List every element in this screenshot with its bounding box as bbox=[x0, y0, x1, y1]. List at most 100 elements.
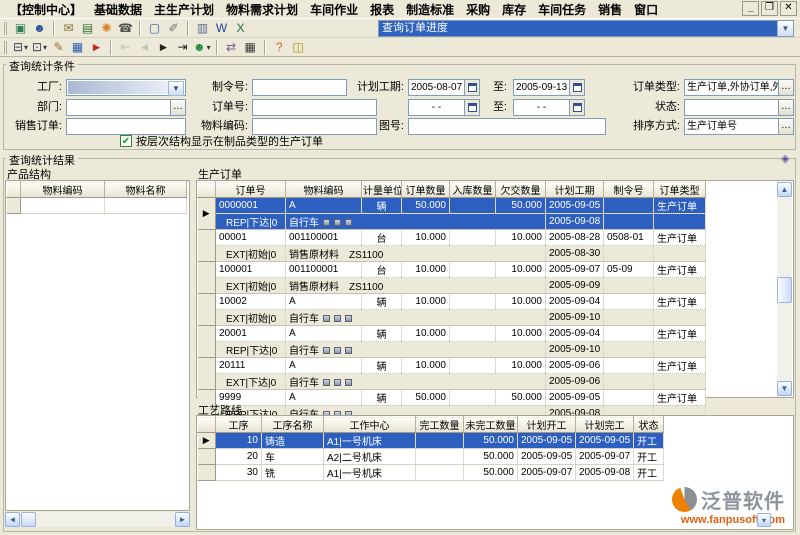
close-button[interactable]: ✕ bbox=[780, 1, 797, 16]
calendar-button[interactable] bbox=[465, 99, 480, 116]
sort-value[interactable]: 生产订单号 bbox=[684, 118, 779, 135]
order-row[interactable]: 100001001100001台10.00010.0002005-09-0705… bbox=[198, 262, 706, 278]
snapshot-button[interactable]: ▣ bbox=[11, 20, 30, 37]
scrollbar-thumb[interactable] bbox=[21, 512, 36, 527]
ellipsis-button[interactable]: … bbox=[171, 99, 186, 116]
menu-item-12[interactable]: 窗口 bbox=[628, 0, 664, 19]
plan-from-field[interactable]: 2005-08-07 bbox=[408, 79, 480, 96]
order-row[interactable]: 00001001100001台10.00010.0002005-08-28050… bbox=[198, 230, 706, 246]
mail-button[interactable]: ✉ bbox=[59, 20, 78, 37]
scroll-up-button[interactable]: ▲ bbox=[777, 182, 792, 197]
menu-item-3[interactable]: 主生产计划 bbox=[148, 0, 220, 19]
monitor-button[interactable]: ▢ bbox=[145, 20, 164, 37]
order-subrow[interactable]: EXT|初始|0自行车2005-09-10 bbox=[198, 310, 706, 326]
column-header[interactable]: 物料编码 bbox=[286, 182, 362, 198]
vertical-scrollbar[interactable]: ▲ ▼ bbox=[777, 182, 792, 396]
calculator-button[interactable]: ▦ bbox=[241, 39, 260, 56]
column-header[interactable]: 制令号 bbox=[604, 182, 654, 198]
plan-from-value[interactable]: 2005-08-07 bbox=[408, 79, 465, 96]
table-row[interactable] bbox=[7, 198, 187, 214]
export-button[interactable]: ► bbox=[87, 39, 106, 56]
calendar-button[interactable] bbox=[570, 79, 585, 96]
column-header[interactable]: 工序名称 bbox=[262, 417, 324, 433]
hierarchy-checkbox[interactable]: ✔ bbox=[120, 135, 132, 147]
menu-item-4[interactable]: 物料需求计划 bbox=[220, 0, 304, 19]
print-button[interactable]: ⊟▾ bbox=[11, 39, 30, 56]
order-subrow[interactable]: EXT|初始|0销售原材料ZS11002005-08-30 bbox=[198, 246, 706, 262]
report-doc-button[interactable]: ▥ bbox=[193, 20, 212, 37]
status-input[interactable] bbox=[684, 99, 779, 116]
chart-edit-button[interactable]: ▤ bbox=[78, 20, 97, 37]
search-person-button[interactable]: ☻ bbox=[30, 20, 49, 37]
chevron-down-icon[interactable]: ▼ bbox=[168, 81, 184, 96]
status-field[interactable]: … bbox=[684, 99, 794, 116]
phone-button[interactable]: ☎ bbox=[116, 20, 135, 37]
sort-field[interactable]: 生产订单号 … bbox=[684, 118, 794, 135]
scrollbar-thumb[interactable] bbox=[777, 277, 792, 303]
menu-item-5[interactable]: 车间作业 bbox=[304, 0, 364, 19]
date2-from-field[interactable]: - - bbox=[408, 99, 480, 116]
color-wheel-button[interactable]: ✺ bbox=[97, 20, 116, 37]
order-type-value[interactable]: 生产订单,外协订单,外… bbox=[684, 79, 779, 96]
date2-from-value[interactable]: - - bbox=[408, 99, 465, 116]
dept-input[interactable] bbox=[66, 99, 171, 116]
date2-to-value[interactable]: - - bbox=[513, 99, 570, 116]
image-view-button[interactable]: ▦ bbox=[68, 39, 87, 56]
order-subrow[interactable]: EXT|初始|0销售原材料ZS11002005-09-09 bbox=[198, 278, 706, 294]
next-record-button[interactable]: ► bbox=[154, 39, 173, 56]
dept-field[interactable]: … bbox=[66, 99, 186, 116]
horizontal-scrollbar[interactable]: ◄ ► bbox=[5, 512, 190, 527]
column-header[interactable]: 物料名称 bbox=[105, 182, 187, 198]
menu-item-2[interactable]: 基础数据 bbox=[88, 0, 148, 19]
collapse-diamond-icon[interactable]: ◈ bbox=[781, 152, 789, 165]
order-row[interactable]: ▶0000001A辆50.00050.0002005-09-05生产订单 bbox=[198, 198, 706, 214]
scroll-left-button[interactable]: ◄ bbox=[5, 512, 20, 527]
column-header[interactable]: 计划开工 bbox=[518, 417, 576, 433]
date2-to-field[interactable]: - - bbox=[513, 99, 585, 116]
order-row[interactable]: 20001A辆10.00010.0002005-09-04生产订单 bbox=[198, 326, 706, 342]
link-records-button[interactable]: ⇄ bbox=[222, 39, 241, 56]
scroll-down-button[interactable]: ▼ bbox=[777, 381, 792, 396]
order-subrow[interactable]: REP|下达|0自行车2005-09-10 bbox=[198, 342, 706, 358]
plan-to-value[interactable]: 2005-09-13 bbox=[513, 79, 570, 96]
column-header[interactable]: 完工数量 bbox=[416, 417, 464, 433]
factory-select[interactable]: ▼ bbox=[66, 79, 186, 96]
column-header[interactable]: 状态 bbox=[634, 417, 664, 433]
column-header[interactable]: 工作中心 bbox=[324, 417, 416, 433]
order-row[interactable]: 9999A辆50.00050.0002005-09-05生产订单 bbox=[198, 390, 706, 406]
column-header[interactable]: 计量单位 bbox=[362, 182, 402, 198]
route-row[interactable]: ▶10铸造A1|一号机床50.0002005-09-052005-09-05开工 bbox=[198, 433, 664, 449]
last-record-button[interactable]: ⇥ bbox=[173, 39, 192, 56]
order-subrow[interactable]: REP|下达|0自行车2005-09-08 bbox=[198, 214, 706, 230]
help-button[interactable]: ? bbox=[270, 39, 289, 56]
word-button[interactable]: W bbox=[212, 20, 231, 37]
drawing-input[interactable] bbox=[408, 118, 606, 135]
ellipsis-button[interactable]: … bbox=[779, 79, 794, 96]
menu-item-7[interactable]: 制造标准 bbox=[400, 0, 460, 19]
edit-button[interactable]: ✎ bbox=[49, 39, 68, 56]
order-no-input[interactable] bbox=[252, 99, 377, 116]
order-type-field[interactable]: 生产订单,外协订单,外… … bbox=[684, 79, 794, 96]
column-header[interactable]: 物料编码 bbox=[21, 182, 105, 198]
menu-item-1[interactable]: 【控制中心】 bbox=[4, 0, 88, 19]
column-header[interactable]: 未完工数量 bbox=[464, 417, 518, 433]
toolbar-grip[interactable] bbox=[4, 22, 7, 35]
report-selector[interactable]: 查询订单进度 ▼ bbox=[378, 20, 794, 37]
plan-to-field[interactable]: 2005-09-13 bbox=[513, 79, 585, 96]
walker-button[interactable]: ☻▾ bbox=[192, 39, 212, 56]
restore-button[interactable]: ❐ bbox=[761, 1, 778, 16]
column-header[interactable]: 入库数量 bbox=[450, 182, 496, 198]
column-header[interactable]: 订单数量 bbox=[402, 182, 450, 198]
print-preview-button[interactable]: ⊡▾ bbox=[30, 39, 49, 56]
route-row[interactable]: 30铣A1|一号机床50.0002005-09-072005-09-08开工 bbox=[198, 465, 664, 481]
column-header[interactable]: 订单类型 bbox=[654, 182, 706, 198]
menu-item-11[interactable]: 销售 bbox=[592, 0, 628, 19]
scroll-corner-button[interactable]: ▾ bbox=[757, 513, 771, 527]
excel-button[interactable]: X bbox=[231, 20, 250, 37]
column-header[interactable]: 工序 bbox=[216, 417, 262, 433]
cmd-no-input[interactable] bbox=[252, 79, 347, 96]
order-row[interactable]: 20111A辆10.00010.0002005-09-06生产订单 bbox=[198, 358, 706, 374]
scroll-right-button[interactable]: ► bbox=[175, 512, 190, 527]
toolbar-grip-2[interactable] bbox=[4, 41, 7, 54]
drafting-button[interactable]: ✐ bbox=[164, 20, 183, 37]
